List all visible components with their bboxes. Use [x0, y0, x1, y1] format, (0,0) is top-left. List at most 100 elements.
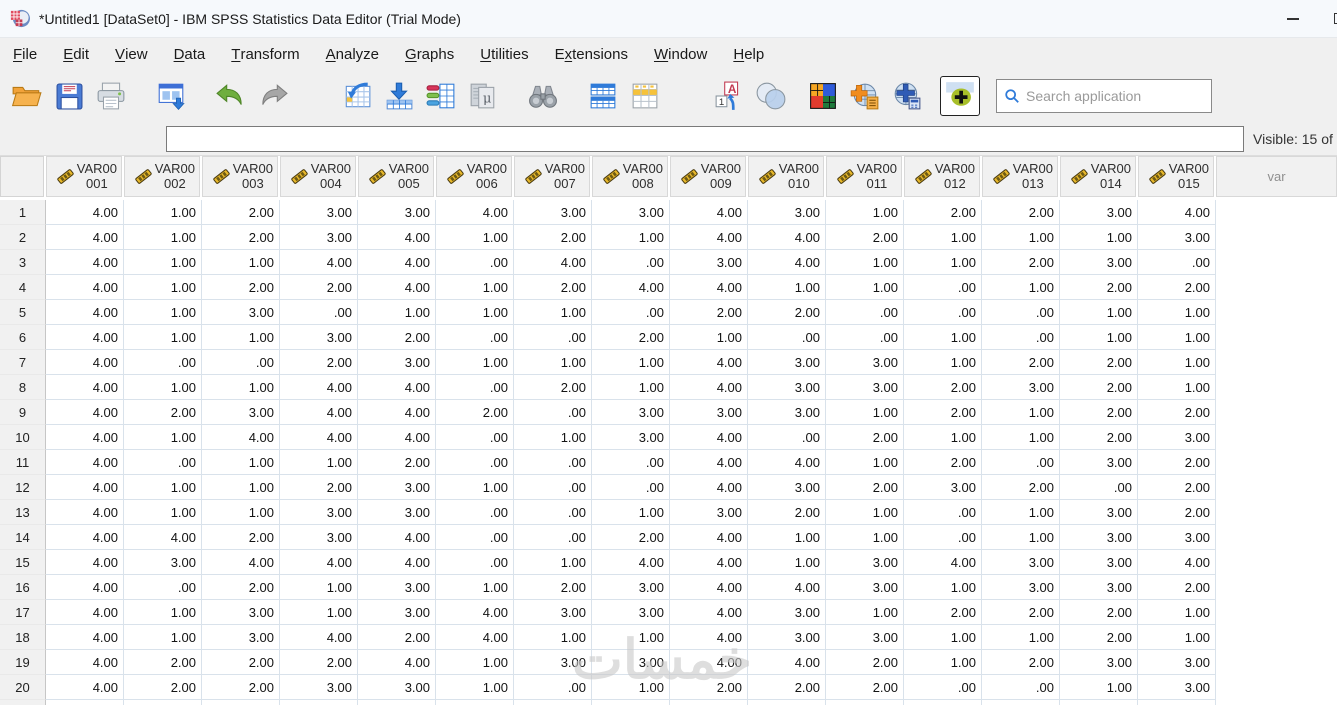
data-cell[interactable]: 2.00 [748, 675, 826, 700]
data-cell[interactable]: 1.00 [904, 250, 982, 275]
data-cell[interactable]: 4.00 [670, 575, 748, 600]
data-cell[interactable]: 4.00 [670, 375, 748, 400]
data-cell[interactable]: 2.00 [904, 450, 982, 475]
data-cell[interactable]: 3.00 [1138, 525, 1216, 550]
data-cell[interactable]: 2.00 [826, 475, 904, 500]
find-button[interactable] [522, 74, 564, 118]
data-cell[interactable]: 1.00 [670, 325, 748, 350]
data-cell[interactable]: 3.00 [670, 400, 748, 425]
data-cell[interactable]: 1.00 [826, 600, 904, 625]
data-cell[interactable]: 4.00 [670, 475, 748, 500]
data-cell[interactable]: 1.00 [904, 425, 982, 450]
menu-analyze[interactable]: Analyze [313, 38, 392, 70]
data-cell[interactable]: 3.00 [358, 500, 436, 525]
data-cell[interactable]: .00 [514, 325, 592, 350]
data-cell[interactable]: 2.00 [826, 650, 904, 675]
column-header-var00007[interactable]: VAR00 007 [514, 156, 592, 200]
data-cell[interactable]: 4.00 [46, 500, 124, 525]
data-cell[interactable]: 1.00 [826, 450, 904, 475]
undo-button[interactable] [210, 74, 252, 118]
column-header-var00011[interactable]: VAR00 011 [826, 156, 904, 200]
data-cell[interactable]: 3.00 [358, 600, 436, 625]
data-cell[interactable]: 1.00 [826, 200, 904, 225]
row-number[interactable]: 19 [0, 650, 46, 675]
data-cell[interactable]: 1.00 [1138, 625, 1216, 650]
data-cell[interactable]: 4.00 [358, 250, 436, 275]
data-cell[interactable] [748, 700, 826, 705]
insert-cases-button[interactable] [582, 74, 624, 118]
menu-data[interactable]: Data [161, 38, 219, 70]
data-cell[interactable]: 3.00 [202, 400, 280, 425]
data-cell[interactable]: 4.00 [46, 400, 124, 425]
data-cell[interactable]: 4.00 [46, 375, 124, 400]
data-cell[interactable]: 4.00 [46, 525, 124, 550]
variables-button[interactable] [420, 74, 462, 118]
data-cell[interactable]: 1.00 [826, 250, 904, 275]
data-cell[interactable]: 4.00 [46, 650, 124, 675]
data-cell[interactable]: 3.00 [1138, 425, 1216, 450]
data-cell[interactable]: .00 [748, 325, 826, 350]
data-cell[interactable]: .00 [982, 300, 1060, 325]
data-cell[interactable]: 2.00 [124, 400, 202, 425]
data-cell[interactable]: 4.00 [358, 550, 436, 575]
grid-corner-cell[interactable] [0, 156, 46, 200]
data-cell[interactable]: .00 [124, 450, 202, 475]
data-cell[interactable]: 1.00 [124, 375, 202, 400]
data-cell[interactable]: 2.00 [982, 250, 1060, 275]
data-cell[interactable]: 1.00 [1138, 300, 1216, 325]
column-header-var00005[interactable]: VAR00 005 [358, 156, 436, 200]
column-header-var00002[interactable]: VAR00 002 [124, 156, 202, 200]
data-cell[interactable]: 2.00 [202, 275, 280, 300]
data-cell[interactable]: 3.00 [982, 575, 1060, 600]
data-cell[interactable]: 1.00 [982, 525, 1060, 550]
data-cell[interactable]: 2.00 [280, 350, 358, 375]
data-cell[interactable]: 3.00 [358, 350, 436, 375]
data-cell[interactable]: 3.00 [592, 200, 670, 225]
custom-dialogs-button[interactable] [844, 74, 886, 118]
data-cell[interactable]: 2.00 [904, 600, 982, 625]
data-cell[interactable]: 3.00 [748, 350, 826, 375]
data-cell[interactable]: .00 [1138, 250, 1216, 275]
data-cell[interactable]: 4.00 [280, 625, 358, 650]
data-cell[interactable]: 3.00 [280, 325, 358, 350]
column-header-var00015[interactable]: VAR00 015 [1138, 156, 1216, 200]
data-cell[interactable]: 4.00 [46, 625, 124, 650]
data-cell[interactable]: 3.00 [358, 200, 436, 225]
column-header-var00004[interactable]: VAR00 004 [280, 156, 358, 200]
redo-button[interactable] [252, 74, 294, 118]
data-cell[interactable]: 4.00 [46, 475, 124, 500]
insert-variable-button[interactable] [624, 74, 666, 118]
data-cell[interactable]: 1.00 [124, 500, 202, 525]
data-cell[interactable]: 1.00 [202, 325, 280, 350]
column-header-var00008[interactable]: VAR00 008 [592, 156, 670, 200]
data-cell[interactable]: 3.00 [748, 375, 826, 400]
data-cell[interactable] [982, 700, 1060, 705]
menu-window[interactable]: Window [641, 38, 720, 70]
maximize-button[interactable] [1327, 4, 1337, 34]
data-cell[interactable]: 1.00 [982, 500, 1060, 525]
data-cell[interactable]: 3.00 [592, 575, 670, 600]
data-cell[interactable]: 3.00 [280, 200, 358, 225]
data-cell[interactable]: 3.00 [280, 500, 358, 525]
ghost-column-header[interactable]: var [1216, 156, 1337, 200]
data-cell[interactable]: 2.00 [1138, 275, 1216, 300]
data-cell[interactable]: 2.00 [748, 300, 826, 325]
data-cell[interactable]: 2.00 [202, 525, 280, 550]
data-cell[interactable]: 4.00 [46, 575, 124, 600]
data-cell[interactable]: .00 [826, 300, 904, 325]
data-cell[interactable]: 2.00 [1060, 425, 1138, 450]
data-cell[interactable]: 2.00 [1060, 625, 1138, 650]
data-cell[interactable]: 2.00 [904, 400, 982, 425]
menu-help[interactable]: Help [720, 38, 777, 70]
data-cell[interactable]: 1.00 [1138, 350, 1216, 375]
data-cell[interactable]: 1.00 [202, 475, 280, 500]
goto-variable-button[interactable] [378, 74, 420, 118]
data-cell[interactable]: 4.00 [670, 650, 748, 675]
data-cell[interactable]: 4.00 [436, 625, 514, 650]
data-cell[interactable]: 1.00 [124, 225, 202, 250]
data-cell[interactable]: 1.00 [748, 525, 826, 550]
row-number[interactable]: 20 [0, 675, 46, 700]
data-cell[interactable]: 1.00 [1138, 375, 1216, 400]
data-cell[interactable]: 3.00 [514, 650, 592, 675]
data-cell[interactable]: 3.00 [514, 600, 592, 625]
